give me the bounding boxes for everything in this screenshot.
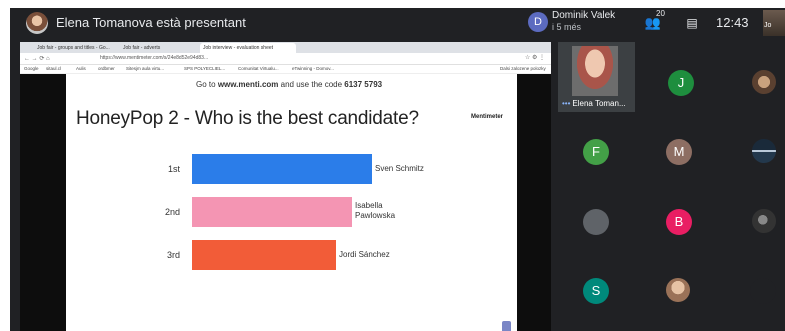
meet-window: Elena Tomanova està presentant D Dominik… [10, 8, 785, 331]
browser-tab-active[interactable]: Job interview - evaluation sheet [200, 43, 296, 53]
shared-screen: Job fair - groups and titles - Go... Job… [20, 42, 551, 331]
bookmark[interactable]: Sitesjm aula virtu... [126, 66, 164, 71]
code-middle: and use the code [280, 80, 343, 89]
clock: 12:43 [716, 15, 749, 30]
audio-indicator-icon: ••• [562, 99, 571, 108]
browser-tab[interactable]: Job fair - adverts [120, 43, 198, 53]
chat-button[interactable]: ▤ [680, 12, 704, 34]
browser-tab[interactable]: Job fair - groups and titles - Go... [34, 43, 118, 53]
audience-icon [502, 321, 511, 331]
people-count: 20 [656, 9, 665, 18]
url-field[interactable]: https://www.mentimeter.com/s/24e8d52e94d… [100, 55, 208, 61]
participant-avatar[interactable]: J [668, 70, 694, 96]
top-bar: Elena Tomanova està presentant D Dominik… [10, 8, 785, 38]
ranking-bar [192, 154, 372, 184]
bookmark[interactable]: Dalsi zalozene polozky [500, 66, 546, 71]
candidate-name: Isabella Pawlowska [355, 201, 395, 221]
ranking-bar [192, 240, 336, 270]
presenter-avatar [26, 12, 48, 34]
presenting-title: Elena Tomanova està presentant [56, 15, 246, 30]
slide-title: HoneyPop 2 - Who is the best candidate? [76, 108, 419, 129]
participant-photo-avatar[interactable] [666, 278, 690, 302]
code-site: www.menti.com [217, 80, 279, 89]
bookmark[interactable]: Google [24, 66, 39, 71]
participant-avatar[interactable]: S [583, 278, 609, 304]
peer-avatar: D [528, 12, 548, 32]
chat-icon: ▤ [686, 16, 698, 30]
letterbox-left [20, 74, 66, 331]
candidate-name-line: Jordi Sánchez [339, 250, 390, 259]
participant-photo-avatar[interactable] [752, 70, 776, 94]
participant-tile-presenter[interactable]: ••• Elena Toman... [558, 42, 635, 112]
mentimeter-logo: Mentimeter [471, 114, 504, 120]
rank-label: 1st [167, 164, 180, 174]
bookmark[interactable]: Comunitat Virtualu... [238, 66, 279, 71]
code-value: 6137 5793 [344, 80, 383, 89]
participant-avatar[interactable]: F [583, 139, 609, 165]
participant-photo-avatar[interactable] [752, 209, 776, 233]
participant-avatar[interactable] [583, 209, 609, 235]
participant-avatar[interactable] [750, 278, 776, 304]
bookmark[interactable]: eTwinning - Domov... [292, 66, 334, 71]
bookmark[interactable]: sitaul.cl [46, 66, 61, 71]
candidate-name: Sven Schmitz [375, 164, 424, 174]
participant-avatar[interactable]: M [666, 139, 692, 165]
candidate-name-line: Sven Schmitz [375, 164, 424, 173]
bookmark[interactable]: Aulis [76, 66, 86, 71]
rank-label: 3rd [166, 250, 180, 260]
candidate-name-line: Pawlowska [355, 211, 396, 220]
ranking-bar [192, 197, 352, 227]
candidate-name-line: Isabella [355, 201, 383, 210]
bookmark[interactable]: ordbmer [98, 66, 115, 71]
browser-extension-icons[interactable]: ☆ ⚙ ⋮ [525, 54, 545, 61]
self-label: Jo [764, 22, 772, 29]
participant-avatar[interactable]: B [666, 209, 692, 235]
candidate-name: Jordi Sánchez [339, 250, 390, 260]
rank-label: 2nd [164, 207, 180, 217]
bookmarks-bar: Google sitaul.cl Aulis ordbmer Sitesjm a… [20, 65, 551, 74]
browser-tab-strip: Job fair - groups and titles - Go... Job… [20, 42, 551, 53]
code-prefix: Go to [196, 80, 216, 89]
peer-name: Dominik Valek [552, 10, 616, 21]
browser-address-bar: ← → ⟳ ⌂ https://www.mentimeter.com/s/24e… [20, 53, 551, 65]
peer-time: i 5 més [552, 22, 582, 32]
mentimeter-slide: Go to www.menti.com and use the code 613… [66, 74, 517, 331]
participant-photo-avatar[interactable] [752, 139, 776, 163]
bookmark[interactable]: SPS POLYECLIEL... [184, 66, 225, 71]
nav-icons[interactable]: ← → ⟳ ⌂ [24, 55, 50, 62]
presenter-video [572, 46, 618, 96]
letterbox-right [517, 74, 551, 331]
join-instructions: Go to www.menti.com and use the code 613… [196, 80, 382, 89]
participant-name: ••• Elena Toman... [562, 99, 626, 108]
